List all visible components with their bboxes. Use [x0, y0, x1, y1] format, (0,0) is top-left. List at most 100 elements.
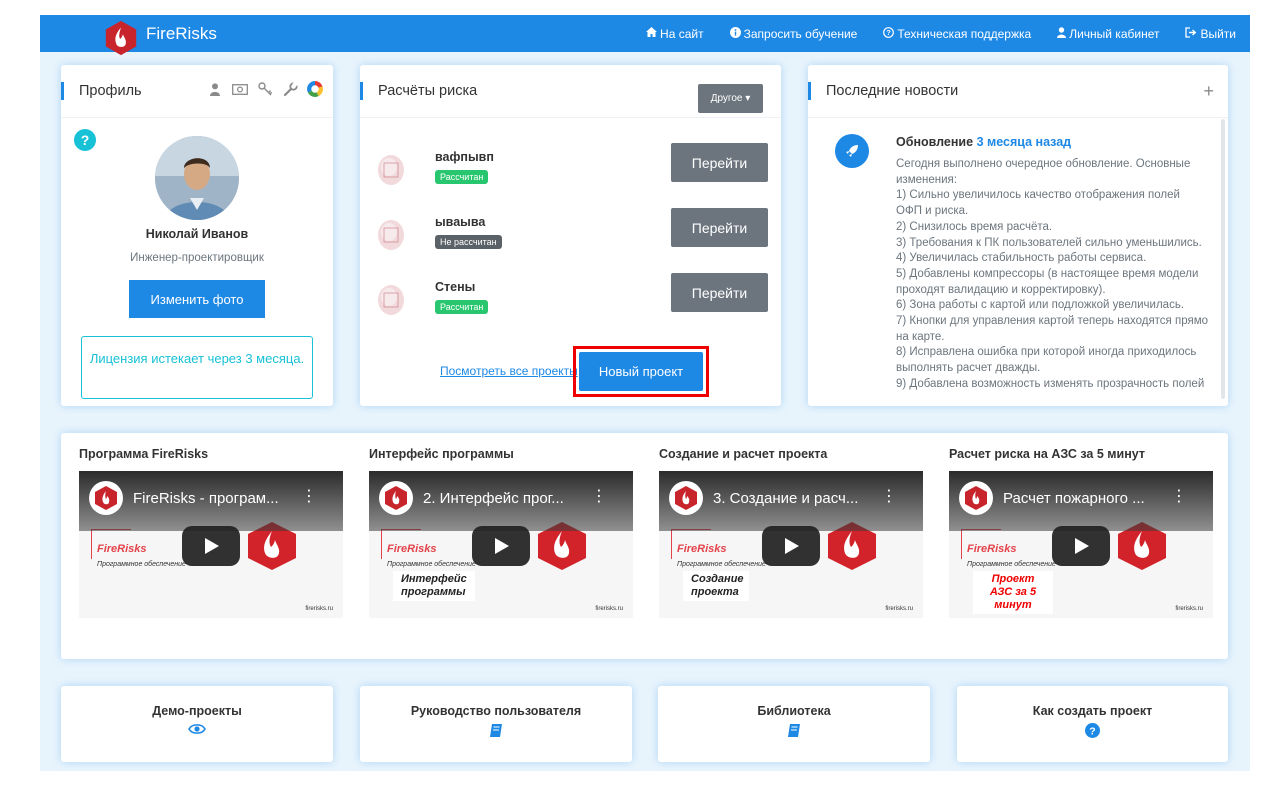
news-line: 8) Исправлена ошибка при которой иногда …	[896, 346, 1197, 359]
new-project-button[interactable]: Новый проект	[579, 352, 703, 391]
key-icon[interactable]	[257, 80, 273, 98]
go-button[interactable]: Перейти	[671, 143, 768, 182]
slide-subtitle: Программное обеспечение	[387, 561, 476, 568]
video-title[interactable]: 3. Создание и расч...	[713, 490, 858, 507]
more-vertical-icon[interactable]: ⋮	[1171, 489, 1187, 505]
nav-support[interactable]: ? Техническая поддержка	[883, 27, 1031, 41]
slide-caption: Создание проекта	[683, 571, 749, 601]
color-wheel-icon[interactable]	[307, 80, 323, 98]
video-thumbnail[interactable]: FireRisks Программное обеспечение FireRi…	[79, 471, 343, 618]
video-title[interactable]: Расчет пожарного ...	[1003, 490, 1145, 507]
license-notice: Лицензия истекает через 3 месяца.	[81, 336, 313, 399]
news-line: на карте.	[896, 330, 945, 343]
news-line: 6) Зона работы с картой или подложкой ув…	[896, 299, 1185, 312]
slide-site: firerisks.ru	[1175, 606, 1203, 612]
nav-logout-label: Выйти	[1200, 26, 1236, 41]
footer-card-library[interactable]: Библиотека	[658, 686, 930, 762]
nav-training-label: Запросить обучение	[743, 26, 858, 41]
play-button-icon[interactable]	[182, 526, 240, 566]
news-item-title: Обновление 3 месяца назад	[896, 135, 1071, 149]
news-line: проходят валидацию и корректировку).	[896, 283, 1106, 296]
caret-down-icon: ▾	[745, 93, 751, 104]
risk-title: Расчёты риска	[378, 83, 478, 99]
more-vertical-icon[interactable]: ⋮	[881, 489, 897, 505]
change-photo-button[interactable]: Изменить фото	[129, 280, 265, 318]
play-button-icon[interactable]	[762, 526, 820, 566]
slide-caption: Интерфейс программы	[393, 571, 475, 601]
other-dropdown[interactable]: Другое ▾	[698, 84, 763, 113]
project-name[interactable]: Стены	[435, 280, 475, 294]
slide-caption: Проект АЗС за 5 минут	[973, 571, 1053, 614]
scrollbar[interactable]	[1221, 119, 1225, 399]
view-all-projects-link[interactable]: Посмотреть все проекты	[440, 364, 578, 378]
footer-label: Руководство пользователя	[410, 704, 582, 718]
svg-text:?: ?	[887, 28, 892, 37]
news-line: 9) Добавлена возможность изменять прозра…	[896, 377, 1205, 390]
user-icon	[1057, 26, 1067, 41]
video-heading: Расчет риска на АЗС за 5 минут	[949, 447, 1145, 461]
channel-avatar-icon[interactable]	[959, 481, 993, 515]
channel-avatar-icon[interactable]	[89, 481, 123, 515]
play-button-icon[interactable]	[1052, 526, 1110, 566]
slide-brand: FireRisks	[967, 543, 1017, 555]
footer-card-guide[interactable]: Руководство пользователя	[360, 686, 632, 762]
video-thumbnail[interactable]: FireRisks Программное обеспечение Создан…	[659, 471, 923, 618]
footer-label: Демо-проекты	[152, 704, 242, 718]
profile-card-header: Профиль	[61, 65, 333, 118]
news-card-header: Последние новости +	[808, 65, 1228, 118]
brand[interactable]: FireRisks	[102, 15, 217, 55]
play-button-icon[interactable]	[472, 526, 530, 566]
help-icon[interactable]: ?	[74, 129, 96, 151]
news-item-time: 3 месяца назад	[976, 135, 1072, 149]
more-vertical-icon[interactable]: ⋮	[591, 489, 607, 505]
news-title: Последние новости	[826, 83, 959, 99]
video-thumbnail[interactable]: FireRisks Программное обеспечение Проект…	[949, 471, 1213, 618]
news-item-label: Обновление	[896, 135, 974, 149]
slide-site: firerisks.ru	[595, 606, 623, 612]
news-line: 2) Снизилось время расчёта.	[896, 220, 1053, 233]
project-thumbnail-icon	[378, 220, 404, 250]
profile-card: Профиль ? Николай Иванов Инженер-проекти…	[61, 65, 333, 406]
book-icon	[360, 723, 632, 738]
footer-card-demo[interactable]: Демо-проекты	[61, 686, 333, 762]
wrench-icon[interactable]	[282, 80, 298, 98]
firerisks-logo-icon	[105, 20, 137, 55]
book-icon	[658, 723, 930, 738]
nav-home-label: На сайт	[660, 26, 704, 41]
project-name[interactable]: ываыва	[435, 215, 485, 229]
footer-card-howto[interactable]: Как создать проект ?	[957, 686, 1228, 762]
status-badge: Рассчитан	[435, 300, 489, 314]
brand-name: FireRisks	[146, 23, 217, 43]
video-item: Интерфейс программы FireRisks Программно…	[369, 447, 633, 618]
user-name: Николай Иванов	[145, 227, 249, 241]
top-navbar: FireRisks На сайт Запросить обучение ? Т…	[40, 15, 1250, 55]
channel-avatar-icon[interactable]	[669, 481, 703, 515]
nav-training[interactable]: Запросить обучение	[729, 26, 858, 41]
info-icon	[729, 26, 741, 41]
app-frame: FireRisks На сайт Запросить обучение ? Т…	[40, 15, 1250, 771]
more-vertical-icon[interactable]: ⋮	[301, 489, 317, 505]
video-title[interactable]: FireRisks - програм...	[133, 490, 279, 507]
plus-icon[interactable]: +	[1203, 81, 1214, 102]
video-heading: Создание и расчет проекта	[659, 447, 828, 461]
status-badge: Не рассчитан	[435, 235, 502, 249]
nav-home[interactable]: На сайт	[646, 27, 704, 41]
go-button[interactable]: Перейти	[671, 208, 768, 247]
header-accent-bar	[360, 82, 363, 100]
video-title[interactable]: 2. Интерфейс прог...	[423, 490, 564, 507]
news-line: 7) Кнопки для управления картой теперь н…	[896, 315, 1208, 328]
video-heading: Программа FireRisks	[79, 447, 209, 461]
home-icon	[646, 27, 658, 40]
slide-subtitle: Программное обеспечение	[677, 561, 766, 568]
nav-logout[interactable]: Выйти	[1185, 27, 1236, 41]
money-icon[interactable]	[232, 80, 248, 98]
user-icon[interactable]	[207, 80, 223, 98]
go-button[interactable]: Перейти	[671, 273, 768, 312]
video-thumbnail[interactable]: FireRisks Программное обеспечение Интерф…	[369, 471, 633, 618]
risk-project-row: Стены Рассчитан Перейти	[360, 273, 781, 333]
videos-card: Программа FireRisks FireRisks Программно…	[61, 433, 1228, 659]
channel-avatar-icon[interactable]	[379, 481, 413, 515]
video-item: Создание и расчет проекта FireRisks Прог…	[659, 447, 923, 618]
project-name[interactable]: вафпывп	[435, 150, 494, 164]
nav-account[interactable]: Личный кабинет	[1057, 27, 1159, 41]
